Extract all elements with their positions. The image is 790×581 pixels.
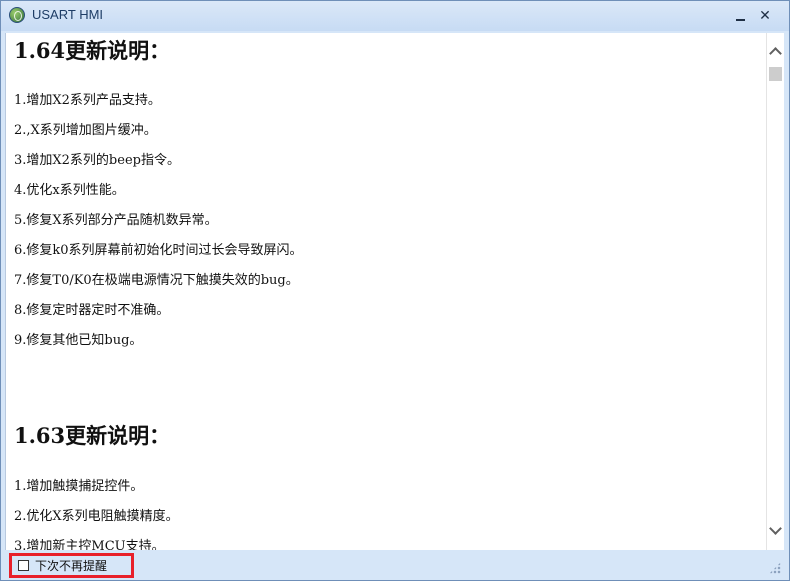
release-notes-panel[interactable]: 1.64更新说明： 1.增加X2系列产品支持。 2.,X系列增加图片缓冲。 3.… xyxy=(5,33,766,550)
chevron-down-icon xyxy=(769,522,782,535)
list-item: 4.优化x系列性能。 xyxy=(14,183,125,198)
scroll-up-button[interactable] xyxy=(767,43,784,61)
dont-remind-checkbox[interactable] xyxy=(18,560,29,571)
chevron-up-icon xyxy=(769,47,782,60)
list-item: 1.增加X2系列产品支持。 xyxy=(14,93,161,108)
minimize-icon xyxy=(735,19,745,21)
minimize-button[interactable] xyxy=(727,5,753,27)
section-heading: 1.63更新说明： xyxy=(14,423,171,448)
section-heading: 1.64更新说明： xyxy=(14,38,171,63)
list-item: 1.增加触摸捕捉控件。 xyxy=(14,479,144,494)
list-item: 7.修复T0/K0在极端电源情况下触摸失效的bug。 xyxy=(14,273,299,288)
scroll-thumb[interactable] xyxy=(769,67,782,81)
resize-grip-icon[interactable] xyxy=(769,562,781,574)
title-bar[interactable]: USART HMI ✕ xyxy=(1,1,789,31)
list-item: 2.优化X系列电阻触摸精度。 xyxy=(14,509,179,524)
list-item: 3.增加X2系列的beep指令。 xyxy=(14,153,180,168)
vertical-scrollbar[interactable] xyxy=(766,33,784,550)
footer-bar: 下次不再提醒 xyxy=(1,550,789,580)
list-item: 8.修复定时器定时不准确。 xyxy=(14,303,170,318)
close-icon: ✕ xyxy=(759,8,771,24)
list-item: 3.增加新主控MCU支持。 xyxy=(14,539,165,550)
list-item: 6.修复k0系列屏幕前初始化时间过长会导致屏闪。 xyxy=(14,243,303,258)
update-notes-window: USART HMI ✕ 1.64更新说明： 1.增加X2系列产品支持。 2.,X… xyxy=(0,0,790,581)
dont-remind-label[interactable]: 下次不再提醒 xyxy=(35,557,107,574)
window-title: USART HMI xyxy=(32,7,104,22)
scroll-down-button[interactable] xyxy=(767,520,784,538)
list-item: 2.,X系列增加图片缓冲。 xyxy=(14,123,157,138)
list-item: 9.修复其他已知bug。 xyxy=(14,333,143,348)
app-logo-icon xyxy=(9,7,25,23)
close-button[interactable]: ✕ xyxy=(752,5,778,27)
list-item: 5.修复X系列部分产品随机数异常。 xyxy=(14,213,218,228)
